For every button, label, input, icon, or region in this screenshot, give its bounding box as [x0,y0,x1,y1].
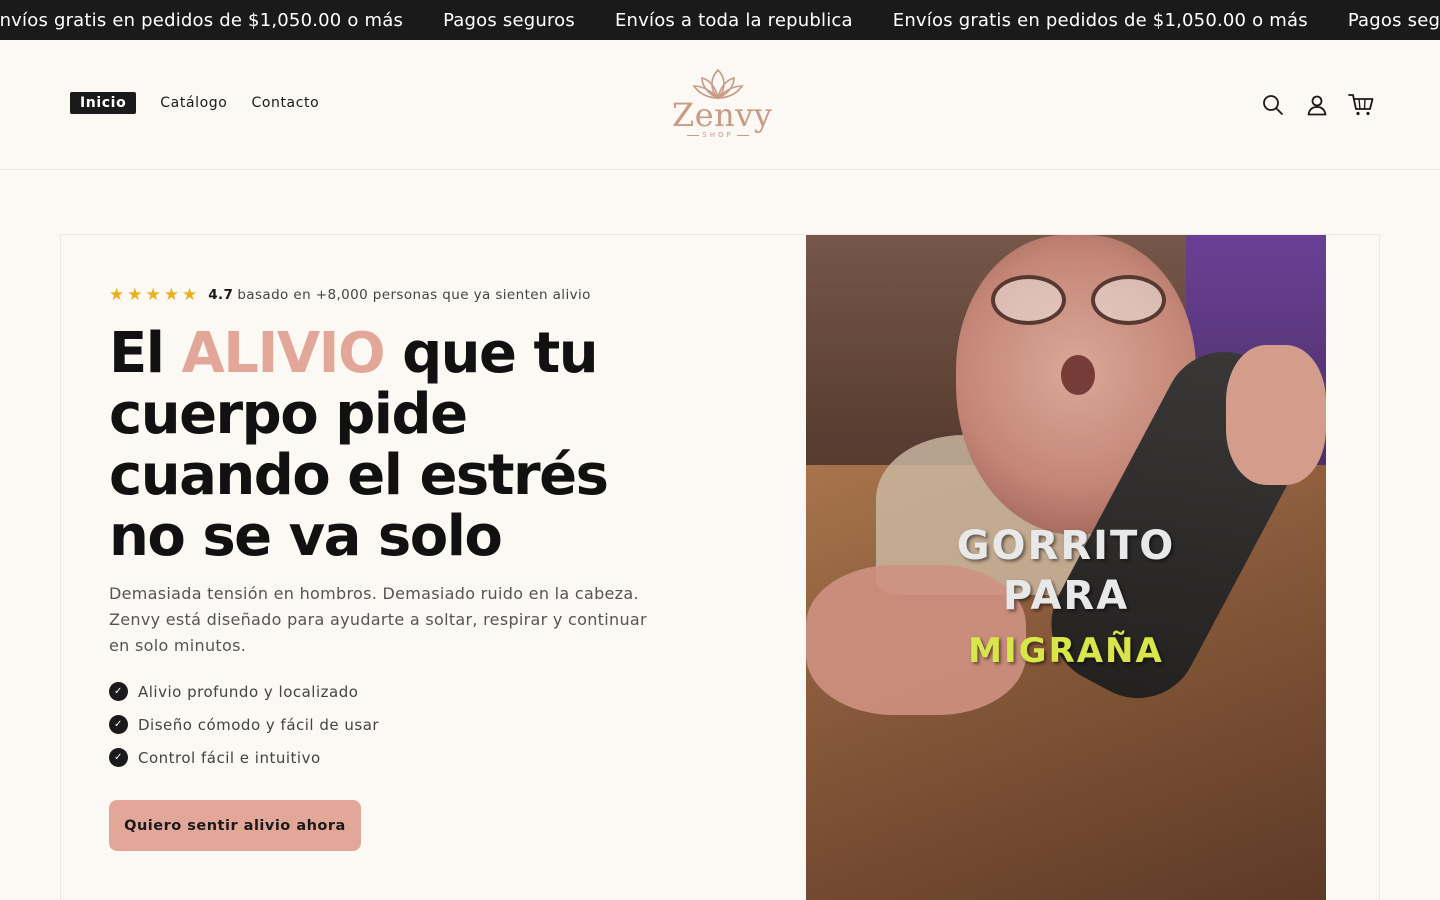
search-button[interactable] [1260,92,1286,118]
hero-section: ★★★★★ 4.7 basado en +8,000 personas que … [60,234,1380,900]
header-icons [1242,92,1374,118]
hero-description: Demasiada tensión en hombros. Demasiado … [109,584,647,655]
announcement-item: Envíos gratis en pedidos de $1,050.00 o … [892,9,1308,31]
cart-icon [1348,94,1374,116]
site-header: Inicio Catálogo Contacto Zenvy SHOP [0,40,1440,170]
account-button[interactable] [1304,92,1330,118]
benefit-item: ✓ Control fácil e intuitivo [109,741,379,774]
star-rating-icon: ★★★★★ [109,285,201,305]
main-nav: Inicio Catálogo Contacto [70,92,343,114]
account-icon [1307,95,1327,116]
announcement-item: Pagos seguros [443,9,575,31]
logo[interactable]: Zenvy SHOP [672,64,773,144]
hero-video[interactable]: GORRITO PARA MIGRAÑA [806,235,1326,900]
video-caption: GORRITO [956,523,1176,569]
headline-pre: El [109,321,182,386]
check-icon: ✓ [109,682,128,701]
announcement-bar: Envíos gratis en pedidos de $1,050.00 o … [0,0,1440,40]
announcement-item: Envíos gratis en pedidos de $1,050.00 o … [0,9,404,31]
rating-value: 4.7 [208,287,234,303]
benefit-label: Control fácil e intuitivo [138,748,321,767]
headline-accent: ALIVIO [181,321,385,386]
video-caption: PARA [1002,573,1130,619]
nav-link-contacto[interactable]: Contacto [251,92,319,114]
logo-wordmark: Zenvy [672,96,773,134]
check-icon: ✓ [109,715,128,734]
benefit-item: ✓ Diseño cómodo y fácil de usar [109,708,379,741]
announcement-track: Envíos gratis en pedidos de $1,050.00 o … [0,0,1440,40]
announcement-item: Pagos seguros [1347,9,1440,31]
nav-link-catalogo[interactable]: Catálogo [160,92,227,114]
nav-link-inicio[interactable]: Inicio [70,92,137,114]
benefit-label: Alivio profundo y localizado [138,682,359,701]
rating-text: basado en +8,000 personas que ya sienten… [237,287,591,303]
cart-button[interactable] [1348,92,1374,118]
logo-subtitle: SHOP [672,131,764,139]
benefit-label: Diseño cómodo y fácil de usar [138,715,380,734]
search-icon [1263,95,1283,115]
benefit-item: ✓ Alivio profundo y localizado [109,675,379,708]
check-icon: ✓ [109,748,128,767]
hero-headline: El ALIVIO que tu cuerpo pide cuando el e… [109,323,669,567]
benefit-list: ✓ Alivio profundo y localizado ✓ Diseño … [109,675,379,774]
rating-summary: ★★★★★ 4.7 basado en +8,000 personas que … [109,285,591,305]
cta-button[interactable]: Quiero sentir alivio ahora [109,800,361,851]
announcement-item: Envíos a toda la republica [614,9,853,31]
video-caption: MIGRAÑA [968,631,1164,671]
